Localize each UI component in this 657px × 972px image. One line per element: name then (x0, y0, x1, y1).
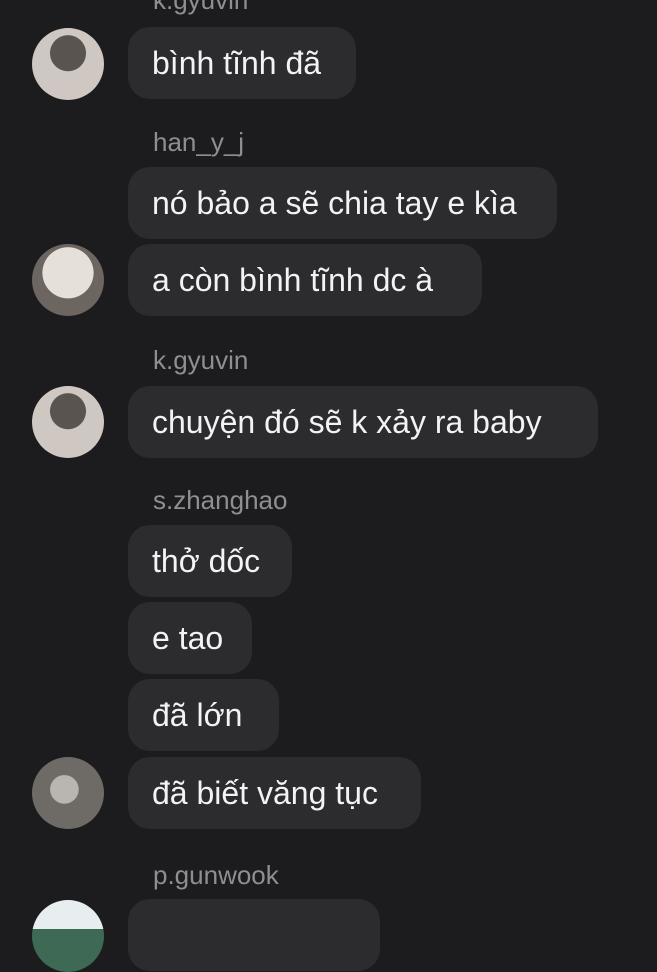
avatar[interactable] (32, 757, 104, 829)
avatar[interactable] (32, 900, 104, 972)
message-bubble[interactable]: đã lớn (128, 679, 279, 751)
message-bubble[interactable] (128, 899, 380, 971)
message-bubble[interactable]: e tao (128, 602, 252, 674)
avatar[interactable] (32, 28, 104, 100)
message-bubble[interactable]: nó bảo a sẽ chia tay e kìa (128, 167, 557, 239)
sender-name: k.gyuvin (153, 0, 249, 15)
sender-name: p.gunwook (153, 860, 279, 890)
sender-name: s.zhanghao (153, 485, 288, 515)
message-bubble[interactable]: thở dốc (128, 525, 292, 597)
message-bubble[interactable]: đã biết văng tục (128, 757, 421, 829)
avatar[interactable] (32, 386, 104, 458)
message-bubble[interactable]: chuyện đó sẽ k xảy ra baby (128, 386, 598, 458)
avatar[interactable] (32, 244, 104, 316)
sender-name: han_y_j (153, 127, 245, 157)
message-bubble[interactable]: bình tĩnh đã (128, 27, 356, 99)
sender-name: k.gyuvin (153, 345, 249, 375)
message-bubble[interactable]: a còn bình tĩnh dc à (128, 244, 482, 316)
